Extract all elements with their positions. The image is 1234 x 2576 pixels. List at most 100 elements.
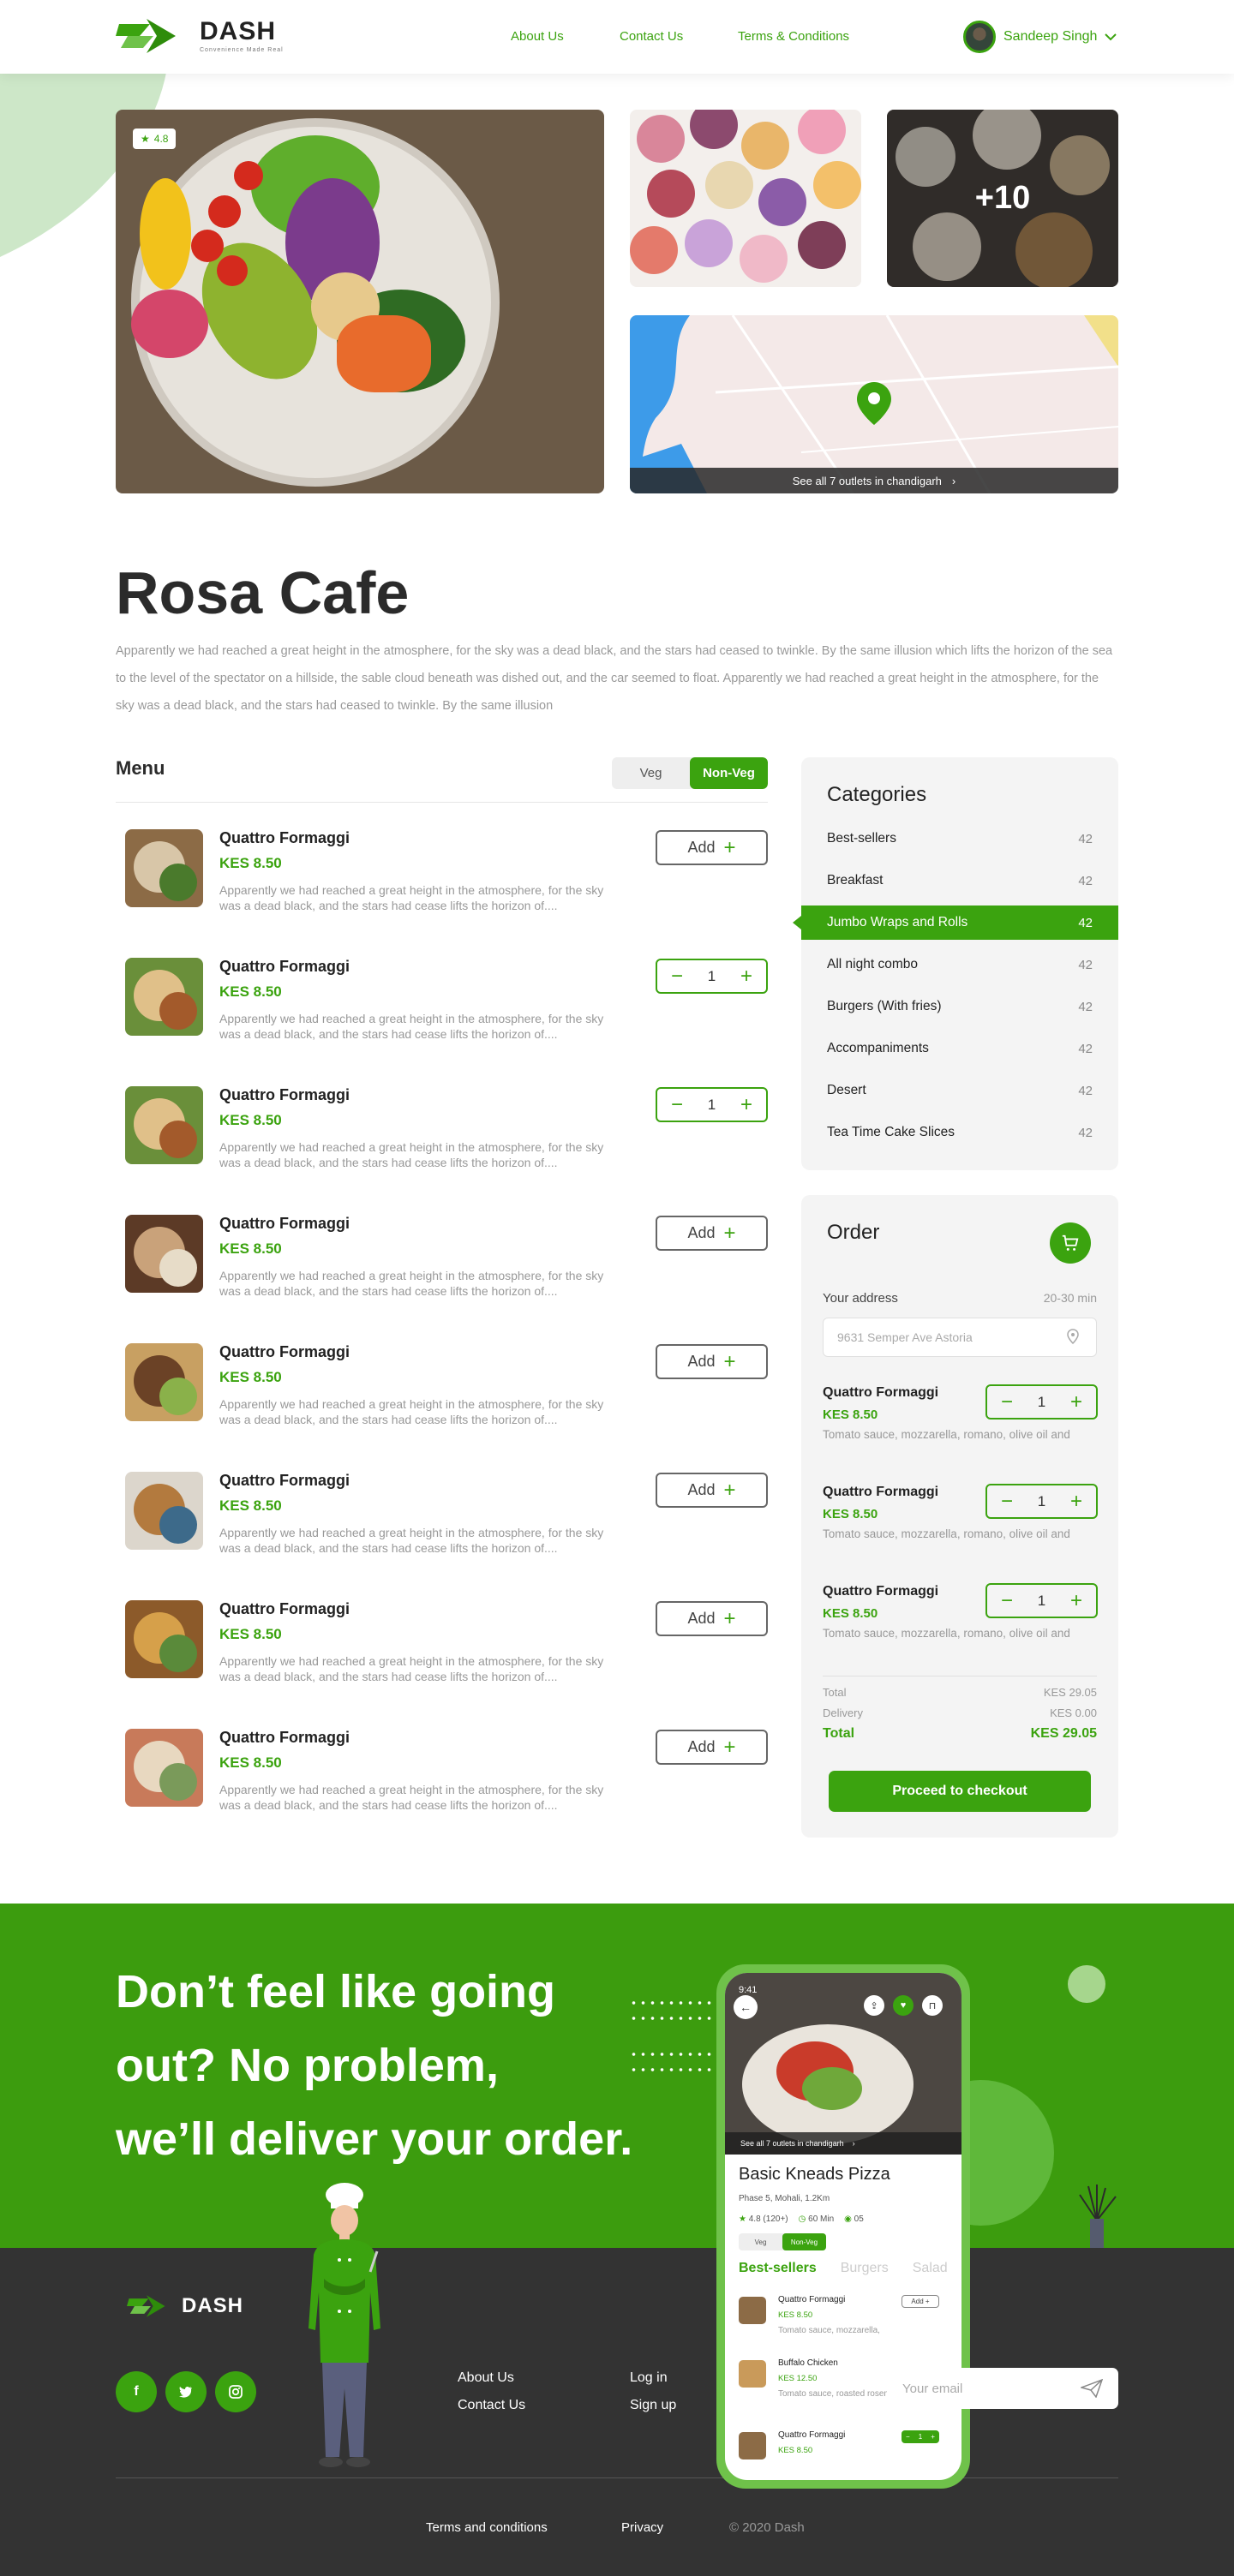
instagram-icon[interactable]: [215, 2371, 256, 2412]
nav-about[interactable]: About Us: [511, 29, 564, 44]
menu-item-thumbnail[interactable]: [125, 1343, 203, 1421]
add-button[interactable]: Add +: [656, 1216, 768, 1251]
menu-item-thumbnail[interactable]: [125, 1600, 203, 1678]
nonveg-option[interactable]: Non-Veg: [690, 757, 768, 789]
avatar: [963, 21, 996, 53]
category-count: 42: [1078, 999, 1093, 1014]
checkout-button[interactable]: Proceed to checkout: [829, 1771, 1091, 1812]
dash-logo-icon: [116, 19, 176, 53]
quantity-stepper[interactable]: − 1 +: [656, 959, 768, 994]
quantity-stepper[interactable]: − 1 +: [985, 1384, 1098, 1419]
category-label: Burgers (With fries): [827, 999, 942, 1013]
minus-icon[interactable]: −: [1001, 1390, 1013, 1414]
menu-item: Quattro Formaggi KES 8.50 Apparently we …: [116, 1215, 768, 1309]
menu-item-name: Quattro Formaggi: [219, 1086, 350, 1103]
category-item[interactable]: Breakfast 42: [801, 864, 1118, 898]
plus-icon[interactable]: +: [1070, 1589, 1082, 1613]
minus-icon[interactable]: −: [1001, 1490, 1013, 1514]
plus-icon[interactable]: +: [931, 2433, 935, 2441]
promo-banner: Don’t feel like going out? No problem, w…: [0, 1904, 1234, 2248]
phone-rating-value: 4.8 (120+): [748, 2214, 788, 2224]
share-icon[interactable]: ⇪: [864, 1995, 884, 2016]
phone-quantity-stepper[interactable]: − 1 +: [902, 2430, 939, 2443]
phone-veg-option[interactable]: Veg: [739, 2233, 782, 2250]
promo-headline: Don’t feel like going out? No problem, w…: [116, 1955, 716, 2176]
add-button[interactable]: Add +: [656, 1473, 768, 1508]
menu-item-thumbnail[interactable]: [125, 829, 203, 907]
menu-item-thumbnail[interactable]: [125, 1729, 203, 1807]
add-button[interactable]: Add +: [656, 1730, 768, 1765]
veg-toggle[interactable]: Veg Non-Veg: [612, 757, 768, 789]
veg-option[interactable]: Veg: [612, 757, 690, 789]
outlets-map[interactable]: See all 7 outlets in chandigarh ›: [630, 315, 1118, 493]
bag-icon[interactable]: ⊓: [922, 1995, 943, 2016]
plus-icon[interactable]: +: [740, 1093, 752, 1117]
category-item[interactable]: Accompaniments 42: [801, 1031, 1118, 1066]
plus-icon[interactable]: +: [1070, 1490, 1082, 1514]
add-button[interactable]: Add +: [656, 1601, 768, 1636]
phone-outlets-bar[interactable]: See all 7 outlets in chandigarh ›: [725, 2132, 961, 2155]
user-name: Sandeep Singh: [1003, 29, 1098, 44]
menu-item-price: KES 8.50: [219, 983, 282, 1000]
nav-terms[interactable]: Terms & Conditions: [738, 29, 849, 44]
phone-add-button[interactable]: Add +: [902, 2295, 939, 2308]
twitter-icon[interactable]: [165, 2371, 207, 2412]
category-item[interactable]: All night combo 42: [801, 947, 1118, 982]
menu-item: Quattro Formaggi KES 8.50 Apparently we …: [116, 829, 768, 923]
phone-veg-toggle[interactable]: Veg Non-Veg: [739, 2233, 826, 2250]
phone-list-item: Quattro Formaggi KES 8.50 Tomato sauce, …: [739, 2295, 953, 2346]
user-menu[interactable]: Sandeep Singh: [963, 21, 1117, 53]
category-item[interactable]: Tea Time Cake Slices 42: [801, 1115, 1118, 1150]
back-arrow-icon[interactable]: ←: [734, 1995, 758, 2019]
plus-icon[interactable]: +: [1070, 1390, 1082, 1414]
footer-contact-link[interactable]: Contact Us: [458, 2398, 525, 2413]
newsletter-email-field[interactable]: Your email: [887, 2368, 1118, 2409]
add-button[interactable]: Add +: [656, 830, 768, 865]
footer-about-link[interactable]: About Us: [458, 2370, 514, 2386]
nav-contact[interactable]: Contact Us: [620, 29, 683, 44]
phone-item-price: KES 8.50: [778, 2310, 813, 2320]
address-input[interactable]: [823, 1318, 1097, 1357]
footer-signup-link[interactable]: Sign up: [630, 2398, 676, 2413]
minus-icon[interactable]: −: [671, 965, 683, 989]
menu-item-description: Apparently we had reached a great height…: [219, 1269, 604, 1298]
category-item[interactable]: Best-sellers 42: [801, 822, 1118, 856]
menu-item-thumbnail[interactable]: [125, 958, 203, 1036]
phone-tab-bestsellers[interactable]: Best-sellers: [739, 2261, 817, 2276]
phone-tab-salad[interactable]: Salad: [913, 2261, 948, 2276]
phone-nonveg-option[interactable]: Non-Veg: [782, 2233, 826, 2250]
quantity-stepper[interactable]: − 1 +: [656, 1087, 768, 1122]
donuts-photo[interactable]: [630, 110, 861, 287]
menu-item-thumbnail[interactable]: [125, 1215, 203, 1293]
phone-item-desc: Tomato sauce, roasted rosemary: [778, 2389, 903, 2399]
heart-icon[interactable]: ♥: [893, 1995, 914, 2016]
category-label: Tea Time Cake Slices: [827, 1125, 955, 1139]
footer-terms-link[interactable]: Terms and conditions: [426, 2520, 548, 2535]
minus-icon[interactable]: −: [906, 2433, 910, 2441]
category-item[interactable]: Jumbo Wraps and Rolls 42: [793, 905, 1118, 940]
footer-privacy-link[interactable]: Privacy: [621, 2520, 663, 2535]
quantity-value: 1: [707, 967, 716, 984]
brand-logo[interactable]: DASH Convenience Made Real: [116, 15, 284, 57]
menu-item-thumbnail[interactable]: [125, 1472, 203, 1550]
minus-icon[interactable]: −: [671, 1093, 683, 1117]
plus-icon[interactable]: +: [740, 965, 752, 989]
cart-button[interactable]: [1050, 1222, 1091, 1264]
see-outlets-bar[interactable]: See all 7 outlets in chandigarh ›: [630, 468, 1118, 493]
more-photos-tile[interactable]: +10: [887, 110, 1118, 287]
quantity-stepper[interactable]: − 1 +: [985, 1484, 1098, 1519]
add-button[interactable]: Add +: [656, 1344, 768, 1379]
quantity-stepper[interactable]: − 1 +: [985, 1583, 1098, 1618]
category-item[interactable]: Burgers (With fries) 42: [801, 989, 1118, 1024]
facebook-icon[interactable]: f: [116, 2371, 157, 2412]
plus-icon: +: [723, 1606, 736, 1630]
main-food-photo[interactable]: ★ 4.8: [116, 110, 604, 493]
send-icon[interactable]: [1081, 2379, 1103, 2398]
phone-item-desc: Tomato sauce, mozzarella,: [778, 2326, 880, 2335]
footer-logo[interactable]: DASH: [127, 2292, 243, 2320]
category-item[interactable]: Desert 42: [801, 1073, 1118, 1108]
footer-login-link[interactable]: Log in: [630, 2370, 668, 2386]
menu-item-thumbnail[interactable]: [125, 1086, 203, 1164]
minus-icon[interactable]: −: [1001, 1589, 1013, 1613]
phone-tab-burgers[interactable]: Burgers: [841, 2261, 889, 2276]
